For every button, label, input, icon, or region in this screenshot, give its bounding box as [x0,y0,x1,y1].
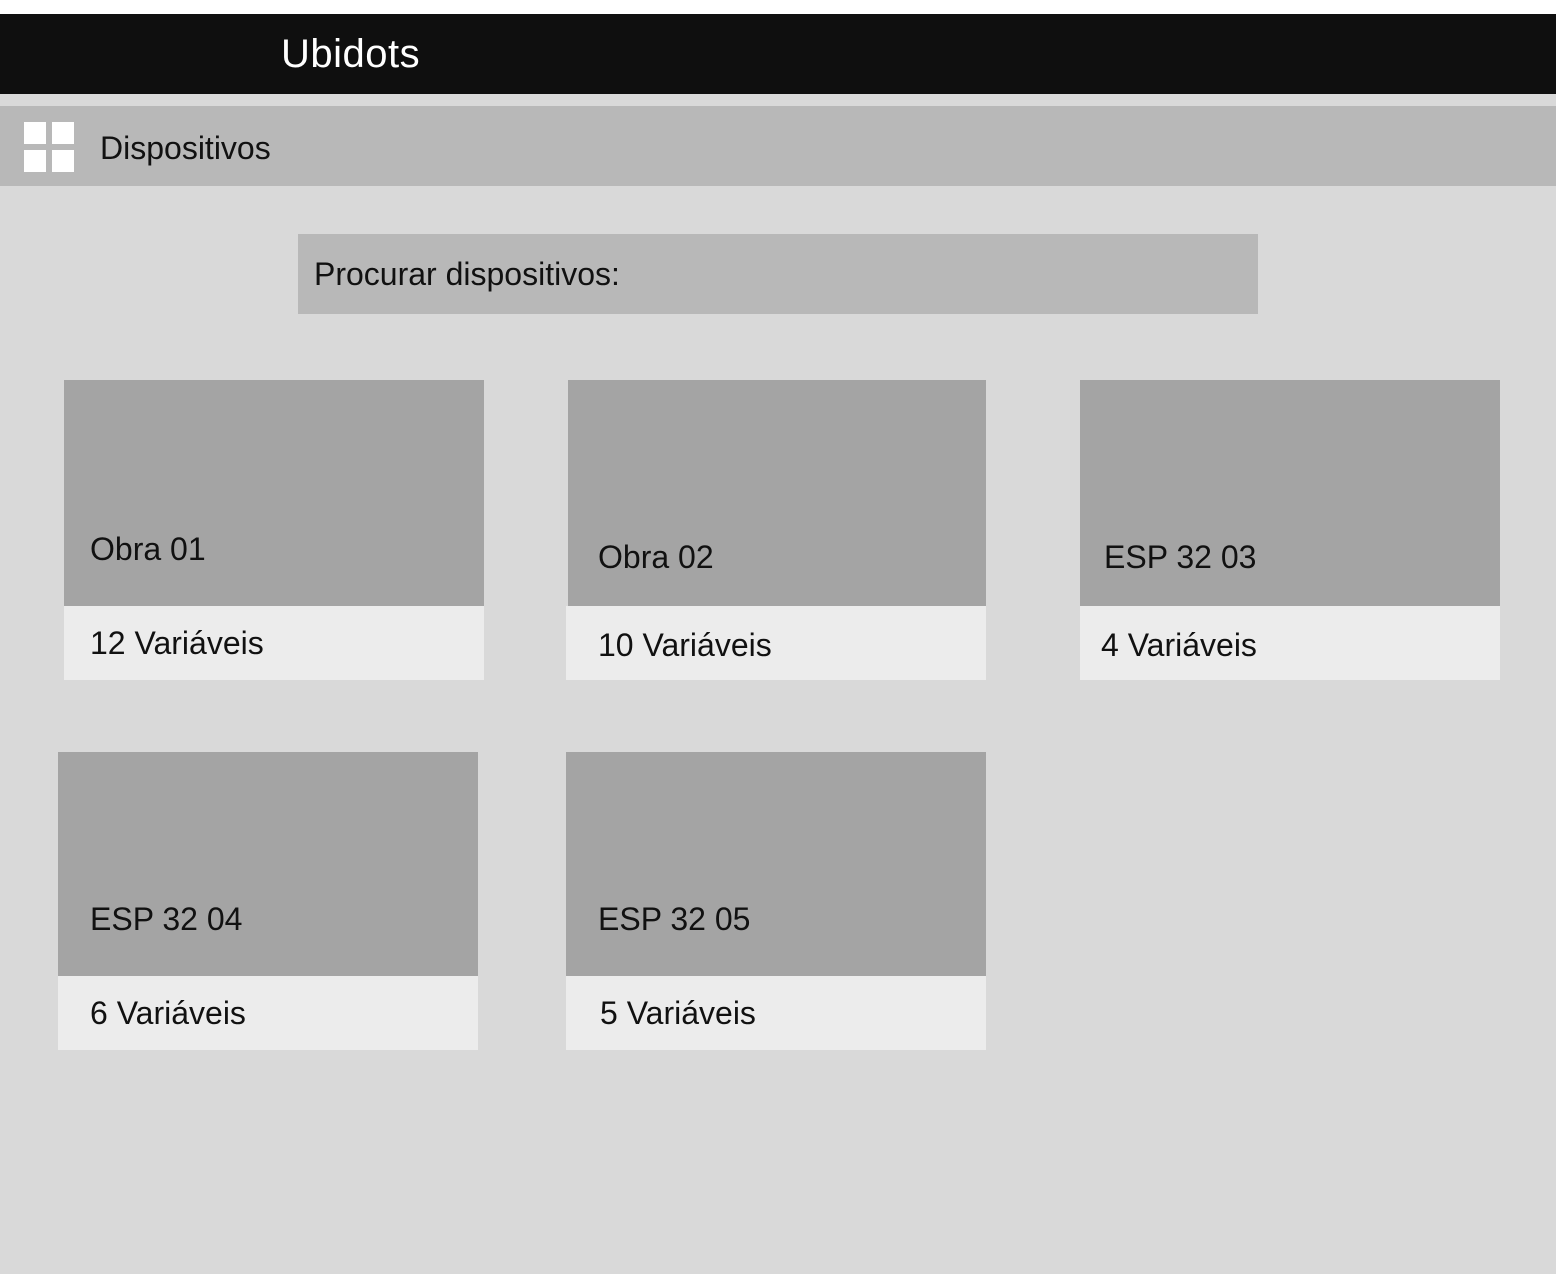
app-title: Ubidots [281,32,421,76]
search-input[interactable] [298,234,1258,314]
device-card[interactable]: ESP 32 03 4 Variáveis [1080,380,1500,680]
device-card[interactable]: ESP 32 04 6 Variáveis [58,752,478,1050]
device-variable-count: 5 Variáveis [600,995,756,1031]
device-variable-count: 6 Variáveis [90,995,246,1031]
device-name: ESP 32 04 [90,901,243,937]
device-card[interactable]: ESP 32 05 5 Variáveis [566,752,986,1050]
search-box[interactable] [298,234,1258,314]
device-name: ESP 32 03 [1104,539,1257,575]
device-variable-count: 4 Variáveis [1101,627,1257,663]
device-name: Obra 01 [90,531,206,567]
device-variable-count: 10 Variáveis [598,627,772,663]
top-bar: Ubidots [0,14,1556,94]
grid-icon[interactable] [24,122,74,172]
page-title: Dispositivos [100,130,271,166]
device-variable-count: 12 Variáveis [90,625,264,661]
device-card[interactable]: Obra 01 12 Variáveis [64,380,484,680]
device-name: Obra 02 [598,539,714,575]
device-card[interactable]: Obra 02 10 Variáveis [566,380,986,680]
device-card-header [566,752,986,976]
page-header: Dispositivos [0,106,1556,186]
device-card-header [58,752,478,976]
device-name: ESP 32 05 [598,901,751,937]
device-card-header [64,380,484,606]
